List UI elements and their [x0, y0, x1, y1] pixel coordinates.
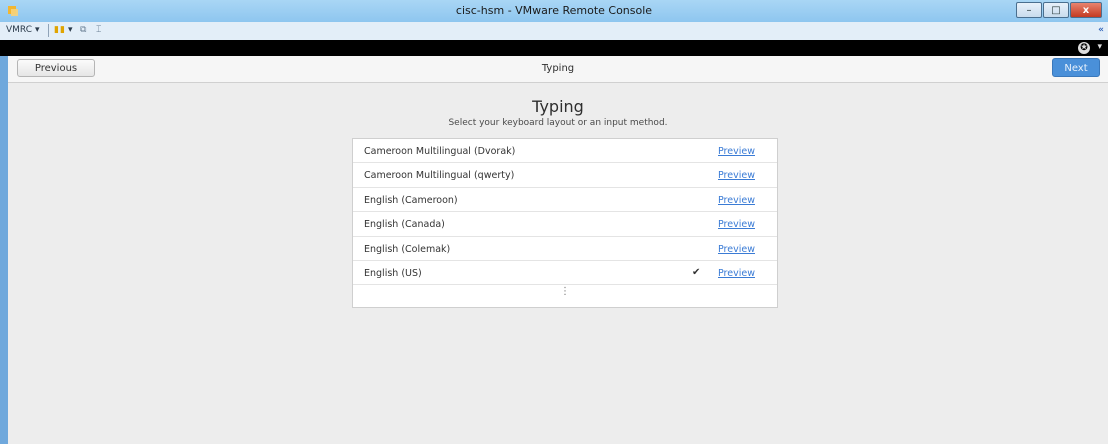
preview-link[interactable]: Preview — [718, 195, 755, 206]
checkmark-icon: ✔ — [692, 266, 701, 278]
layout-row[interactable]: Cameroon Multilingual (Dvorak) Preview — [353, 139, 777, 164]
preview-link[interactable]: Preview — [718, 146, 755, 157]
guest-top-panel: ✪ ▾ — [0, 40, 1108, 56]
layout-name: English (Colemak) — [364, 243, 451, 255]
next-button[interactable]: Next — [1052, 58, 1100, 77]
layout-row[interactable]: English (Cameroon) Preview — [353, 188, 777, 213]
preview-link[interactable]: Preview — [718, 244, 755, 255]
installer-screen: Previous Typing Next Typing Select your … — [8, 56, 1108, 444]
layout-name: Cameroon Multilingual (qwerty) — [364, 170, 515, 182]
more-options-icon[interactable]: ⋮ — [560, 287, 570, 297]
power-dropdown-icon[interactable]: ▾ — [68, 25, 73, 35]
window-title: cisc-hsm - VMware Remote Console — [455, 4, 653, 17]
header-title: Typing — [541, 63, 575, 74]
show-more-row[interactable]: ⋮ — [353, 285, 777, 307]
layout-row[interactable]: Cameroon Multilingual (qwerty) Preview — [353, 163, 777, 188]
collapse-toolbar-icon[interactable]: « — [1098, 25, 1104, 35]
page-subtitle: Select your keyboard layout or an input … — [448, 118, 668, 128]
layout-name: English (Canada) — [364, 219, 445, 231]
layout-name: English (Cameroon) — [364, 194, 458, 206]
vmrc-toolbar: VMRC ▾ ▮▮ ▾ ⧉ ⌶ « — [0, 22, 1108, 41]
layout-name: English (US) — [364, 267, 422, 279]
maximize-button[interactable]: □ — [1043, 2, 1069, 18]
preview-link[interactable]: Preview — [718, 219, 755, 230]
window-titlebar: cisc-hsm - VMware Remote Console – □ x — [0, 0, 1108, 22]
vmrc-menu[interactable]: VMRC ▾ — [6, 25, 40, 35]
page-title: Typing — [532, 97, 584, 116]
layout-name: Cameroon Multilingual (Dvorak) — [364, 146, 516, 157]
keyboard-layout-list: Cameroon Multilingual (Dvorak) Preview C… — [352, 138, 778, 308]
close-button[interactable]: x — [1070, 2, 1102, 18]
layout-row[interactable]: English (Canada) Preview — [353, 212, 777, 237]
layout-row-selected[interactable]: English (US) ✔ Preview — [353, 261, 777, 286]
window-controls: – □ x — [1016, 2, 1102, 18]
vmrc-menu-label: VMRC — [6, 25, 33, 35]
chevron-down-icon: ▾ — [35, 25, 40, 35]
minimize-button[interactable]: – — [1016, 2, 1042, 18]
preview-link[interactable]: Preview — [718, 170, 755, 181]
fullscreen-icon[interactable]: ⌶ — [96, 25, 101, 35]
accessibility-icon[interactable]: ✪ — [1078, 42, 1090, 54]
layout-row[interactable]: English (Colemak) Preview — [353, 237, 777, 261]
chevron-down-icon[interactable]: ▾ — [1097, 42, 1102, 52]
send-ctrl-alt-del-icon[interactable]: ⧉ — [80, 25, 86, 35]
installer-header: Previous Typing Next — [8, 56, 1108, 83]
pause-icon[interactable]: ▮▮ — [54, 25, 66, 35]
preview-link[interactable]: Preview — [718, 268, 755, 279]
toolbar-separator — [48, 24, 49, 37]
